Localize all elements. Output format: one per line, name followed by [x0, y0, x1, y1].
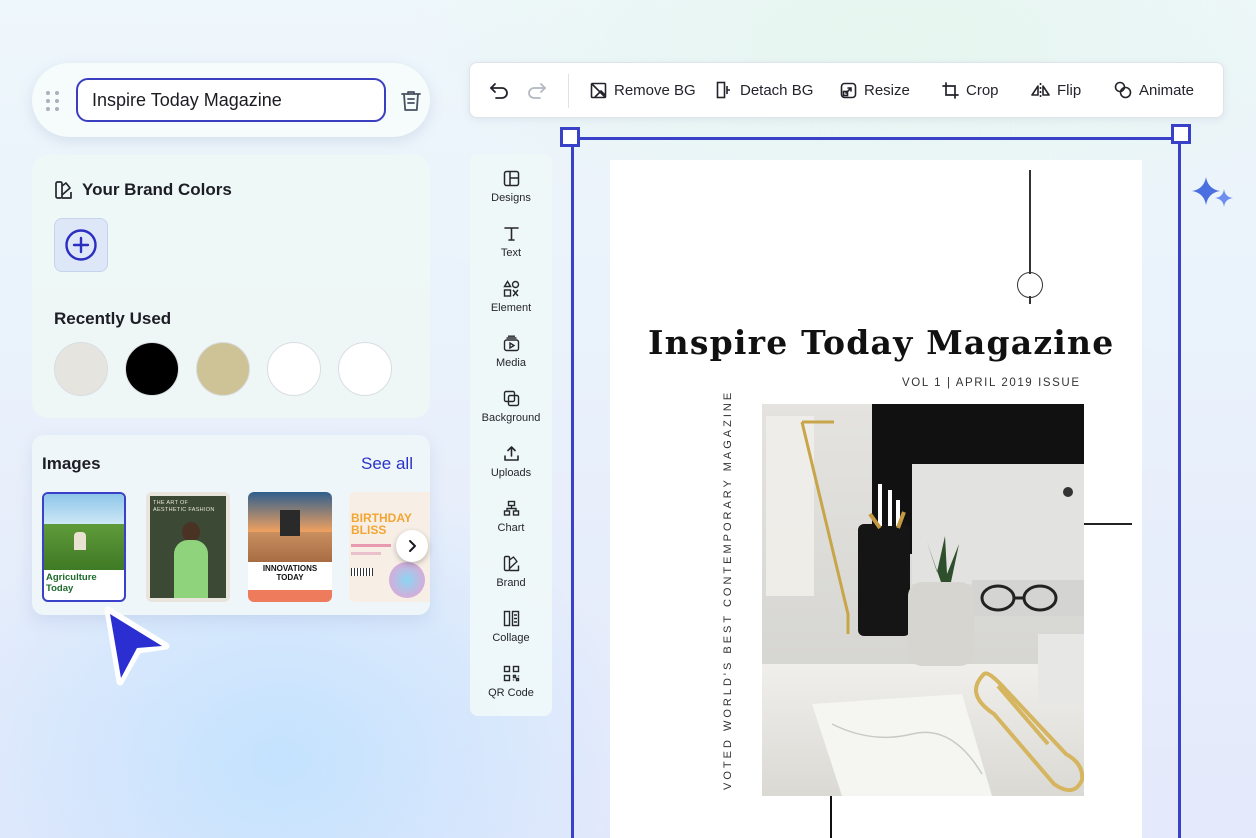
brand-icon [503, 555, 519, 572]
recent-color-swatch[interactable] [267, 342, 321, 396]
nav-item-background[interactable]: Background [470, 390, 552, 440]
chart-icon [503, 500, 519, 516]
element-icon [502, 280, 519, 297]
qr-code-icon [503, 665, 519, 682]
nav-item-chart[interactable]: Chart [470, 500, 552, 550]
detach-bg-button[interactable]: Detach BG [716, 62, 813, 118]
resize-icon [840, 82, 857, 98]
crop-icon [942, 81, 959, 99]
remove-bg-label: Remove BG [614, 81, 696, 99]
nav-label: Brand [496, 577, 526, 589]
nav-label: Text [500, 247, 522, 259]
mouse-cursor-icon [102, 606, 172, 695]
nav-label: Chart [497, 522, 525, 534]
detach-bg-icon [716, 81, 730, 99]
animate-icon [1114, 81, 1132, 99]
nav-label: Media [496, 357, 526, 369]
resize-label: Resize [864, 81, 910, 99]
add-brand-color-button[interactable] [54, 218, 108, 272]
thumbnail-title: INNOVATIONS TODAY [262, 564, 318, 582]
nav-item-designs[interactable]: Designs [470, 170, 552, 220]
nav-item-element[interactable]: Element [470, 280, 552, 330]
nav-label: Background [481, 412, 541, 424]
background-icon [503, 390, 519, 407]
brand-palette-icon [55, 181, 72, 199]
detach-bg-label: Detach BG [740, 81, 814, 99]
upload-icon [503, 446, 519, 461]
resize-handle-top-left[interactable] [560, 127, 580, 147]
nav-label: Designs [491, 192, 531, 204]
designs-icon [503, 170, 519, 187]
text-icon [503, 227, 519, 241]
image-thumbnail-fashion[interactable]: THE ART OF AESTHETIC FASHION [146, 492, 230, 602]
crop-button[interactable]: Crop [942, 62, 999, 118]
nav-item-media[interactable]: Media [470, 335, 552, 385]
thumbnail-title: Agriculture Today [46, 572, 97, 594]
nav-item-collage[interactable]: Collage [470, 610, 552, 660]
project-title-input[interactable] [76, 78, 386, 122]
resize-button[interactable]: Resize [840, 62, 910, 118]
nav-label: Uploads [490, 467, 532, 479]
crop-label: Crop [966, 81, 999, 99]
trash-icon[interactable] [398, 88, 424, 114]
plus-circle-icon [65, 229, 97, 261]
flip-label: Flip [1057, 81, 1082, 99]
collage-icon [503, 610, 519, 627]
toolbar-divider [568, 74, 569, 108]
nav-item-text[interactable]: Text [470, 225, 552, 275]
nav-item-brand[interactable]: Brand [470, 555, 552, 605]
nav-label: Element [490, 302, 532, 314]
nav-label: Collage [492, 632, 530, 644]
image-thumbnail-innovations[interactable]: INNOVATIONS TODAY [248, 492, 332, 602]
ai-sparkle-icon[interactable] [1190, 175, 1238, 220]
see-all-link[interactable]: See all [361, 454, 413, 474]
animate-label: Animate [1139, 81, 1195, 99]
remove-bg-button[interactable]: Remove BG [590, 62, 696, 118]
recent-color-swatch[interactable] [125, 342, 179, 396]
thumbnail-title: THE ART OF AESTHETIC FASHION [153, 500, 215, 513]
drag-handle-icon[interactable] [44, 89, 62, 113]
recent-color-swatch[interactable] [338, 342, 392, 396]
chevron-right-icon [409, 540, 416, 552]
images-heading: Images [42, 454, 101, 473]
nav-item-qr-code[interactable]: QR Code [470, 665, 552, 715]
selection-frame [571, 137, 1181, 838]
nav-label: QR Code [488, 687, 534, 699]
recent-color-swatch[interactable] [196, 342, 250, 396]
brand-colors-heading: Your Brand Colors [54, 180, 232, 200]
redo-button[interactable] [526, 62, 548, 118]
media-icon [503, 335, 519, 352]
recently-used-heading: Recently Used [54, 309, 172, 328]
remove-bg-icon [590, 82, 607, 98]
brand-colors-title: Your Brand Colors [82, 180, 232, 199]
undo-icon [490, 83, 508, 99]
nav-item-uploads[interactable]: Uploads [470, 445, 552, 495]
images-next-button[interactable] [396, 530, 428, 562]
image-thumbnail-agriculture[interactable]: Agriculture Today [42, 492, 126, 602]
flip-button[interactable]: Flip [1031, 62, 1081, 118]
animate-button[interactable]: Animate [1114, 62, 1194, 118]
undo-button[interactable] [488, 62, 510, 118]
recent-color-swatch[interactable] [54, 342, 108, 396]
flip-icon [1031, 82, 1050, 98]
redo-icon [528, 83, 546, 99]
resize-handle-top-right[interactable] [1171, 124, 1191, 144]
